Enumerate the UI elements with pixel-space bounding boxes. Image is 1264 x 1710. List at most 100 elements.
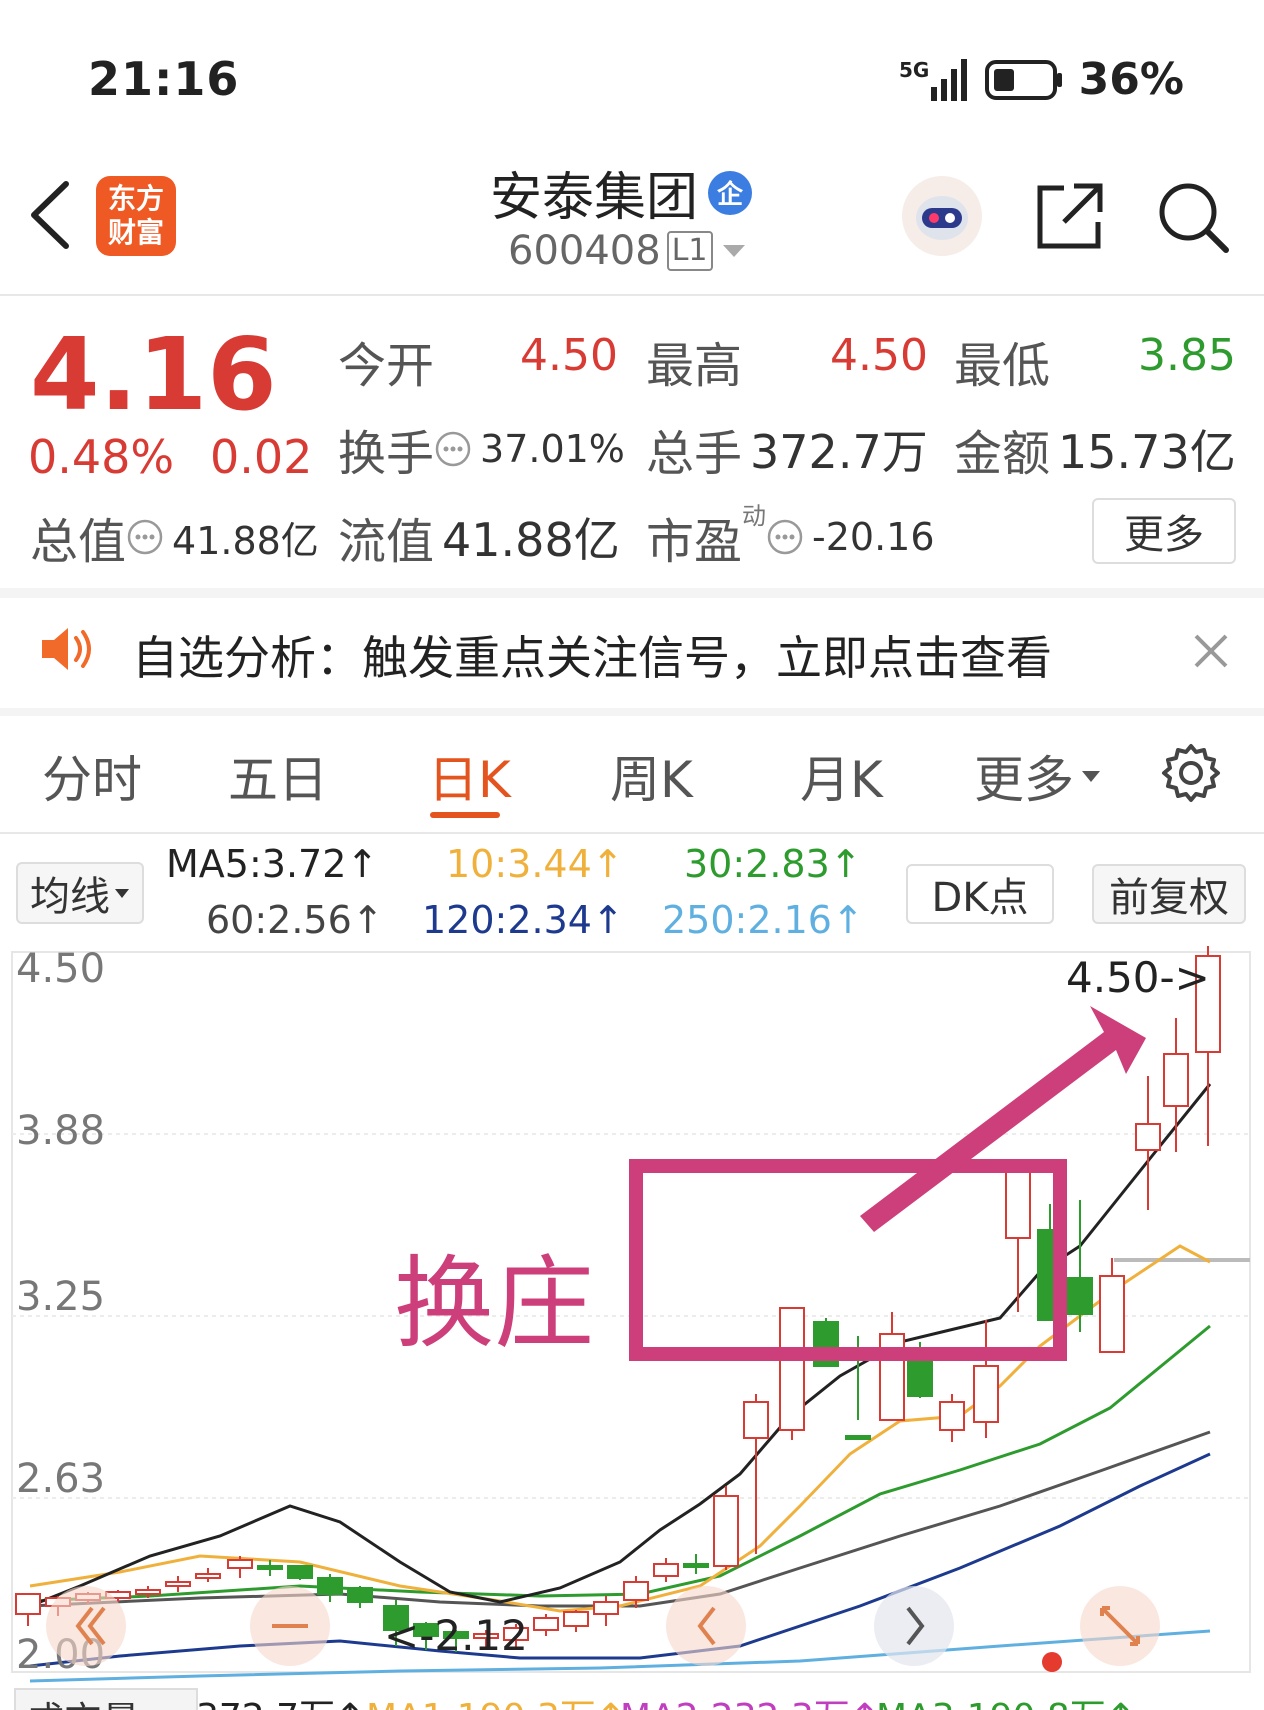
- back-icon[interactable]: [26, 180, 76, 250]
- tab-five-day[interactable]: 五日: [228, 740, 328, 812]
- volume-ma2: MA2:232.3万↑: [620, 1688, 880, 1710]
- min-price-marker: <-2.12: [384, 1611, 528, 1660]
- gear-icon[interactable]: [1160, 742, 1222, 804]
- amount-label: 金额: [954, 426, 1051, 482]
- y-label-4.50: 4.50: [16, 946, 105, 992]
- dropdown-caret-icon[interactable]: [719, 241, 749, 261]
- open-label: 今开: [338, 338, 435, 394]
- scroll-left-button[interactable]: [666, 1586, 746, 1666]
- enterprise-badge: 企: [708, 170, 753, 215]
- stock-title: 安泰集团: [490, 168, 699, 228]
- mktcap-label: 总值: [30, 514, 127, 570]
- robot-icon: [916, 196, 968, 240]
- info-dots-icon[interactable]: [434, 430, 472, 468]
- dk-point-button[interactable]: DK点: [906, 864, 1054, 924]
- candle-body: [907, 1359, 933, 1397]
- candle-body: [135, 1589, 161, 1595]
- app-logo[interactable]: 东方 财富: [96, 176, 176, 256]
- tab-monthly-k[interactable]: 月K: [800, 740, 883, 812]
- candle-body: [1005, 1171, 1031, 1239]
- battery-icon: [984, 59, 1062, 100]
- candle-body: [683, 1563, 709, 1568]
- svg-text:5G: 5G: [899, 58, 929, 82]
- caret-down-icon: [1082, 771, 1100, 782]
- adjust-price-button[interactable]: 前复权: [1092, 864, 1246, 924]
- amount-value: 15.73亿: [1058, 425, 1236, 479]
- caret-down-icon: [115, 889, 129, 898]
- candle-body: [879, 1333, 905, 1421]
- battery-percent: 36%: [1078, 54, 1184, 105]
- candle-body: [317, 1577, 343, 1595]
- change-value: 0.02: [210, 430, 313, 484]
- tab-more[interactable]: 更多: [974, 740, 1102, 812]
- candle-body: [1099, 1275, 1125, 1353]
- info-dots-icon[interactable]: [766, 518, 804, 556]
- max-price-marker: 4.50->: [1066, 953, 1210, 1002]
- candle-body: [593, 1601, 619, 1615]
- share-icon[interactable]: [1034, 180, 1106, 252]
- candle-body: [973, 1365, 999, 1423]
- y-label-2.63: 2.63: [16, 1456, 105, 1502]
- y-label-3.25: 3.25: [16, 1274, 105, 1320]
- dk-point-label: DK点: [931, 875, 1029, 921]
- candle-body: [257, 1565, 283, 1570]
- ma30-value: 30:2.83↑: [684, 842, 862, 886]
- volume-row: 成交量 372.7万↑ MA1:190.3万↑ MA2:232.3万↑ MA3:…: [0, 1684, 1264, 1710]
- tab-intraday[interactable]: 分时: [42, 740, 142, 812]
- scroll-right-button[interactable]: [874, 1586, 954, 1666]
- logo-line1: 东方: [107, 182, 164, 215]
- turnover-label: 换手: [338, 426, 435, 482]
- chart-annotation: 换庄: [394, 1245, 594, 1362]
- speaker-icon: [42, 628, 91, 670]
- stock-code: 600408: [508, 228, 661, 274]
- candle-body: [195, 1573, 221, 1579]
- change-percent: 0.48%: [28, 430, 175, 484]
- low-label: 最低: [954, 338, 1051, 394]
- notice-text[interactable]: 自选分析：触发重点关注信号，立即点击查看: [132, 622, 1052, 688]
- tab-weekly-k[interactable]: 周K: [610, 740, 693, 812]
- high-value: 4.50: [830, 330, 928, 381]
- more-quote-button[interactable]: 更多: [1092, 498, 1236, 564]
- volume-indicator-label[interactable]: 成交量: [14, 1688, 198, 1710]
- kline-chart[interactable]: 换庄 4.50 3.88 3.25 2.63 2.00 4.50-> <-2.1…: [0, 946, 1264, 1710]
- high-label: 最高: [646, 338, 743, 394]
- volume-value: 372.7万: [750, 425, 928, 479]
- volume-label: 总手: [646, 426, 743, 482]
- low-value: 3.85: [1138, 330, 1236, 381]
- float-value: 41.88亿: [442, 513, 620, 567]
- candle-body: [1067, 1277, 1093, 1315]
- y-label-3.88: 3.88: [16, 1108, 105, 1154]
- ma5-value: MA5:3.72↑: [166, 842, 379, 886]
- candle-body: [653, 1563, 679, 1577]
- close-icon[interactable]: [1192, 632, 1230, 670]
- open-value: 4.50: [520, 330, 618, 381]
- pe-value: -20.16: [812, 515, 935, 559]
- robot-avatar[interactable]: [902, 176, 982, 256]
- ma-selector-label: 均线: [30, 874, 110, 920]
- status-time: 21:16: [88, 52, 240, 106]
- tab-more-label: 更多: [974, 751, 1074, 809]
- ma250-value: 250:2.16↑: [662, 898, 864, 942]
- tab-daily-k[interactable]: 日K: [428, 740, 511, 812]
- search-icon[interactable]: [1156, 180, 1232, 256]
- level-badge: L1: [666, 231, 713, 271]
- info-dots-icon[interactable]: [126, 518, 164, 556]
- candle-body: [939, 1401, 965, 1431]
- ma60-value: 60:2.56↑: [206, 898, 384, 942]
- mktcap-value: 41.88亿: [172, 518, 319, 563]
- ma-selector[interactable]: 均线: [16, 862, 144, 924]
- active-tab-indicator: [430, 812, 500, 818]
- turnover-value: 37.01%: [480, 427, 625, 471]
- current-price: 4.16: [30, 316, 277, 433]
- candle-body: [15, 1593, 41, 1615]
- candle-body: [165, 1581, 191, 1587]
- candle-body: [347, 1587, 373, 1603]
- logo-line2: 财富: [107, 216, 164, 249]
- candle-body: [845, 1435, 871, 1440]
- volume-ma1: MA1:190.3万↑: [366, 1688, 626, 1710]
- scroll-start-button[interactable]: [46, 1586, 126, 1666]
- volume-ma3: MA3:190.8万↑: [876, 1688, 1136, 1710]
- candle-body: [227, 1559, 253, 1569]
- candle-body: [563, 1611, 589, 1627]
- candle-body: [533, 1617, 559, 1631]
